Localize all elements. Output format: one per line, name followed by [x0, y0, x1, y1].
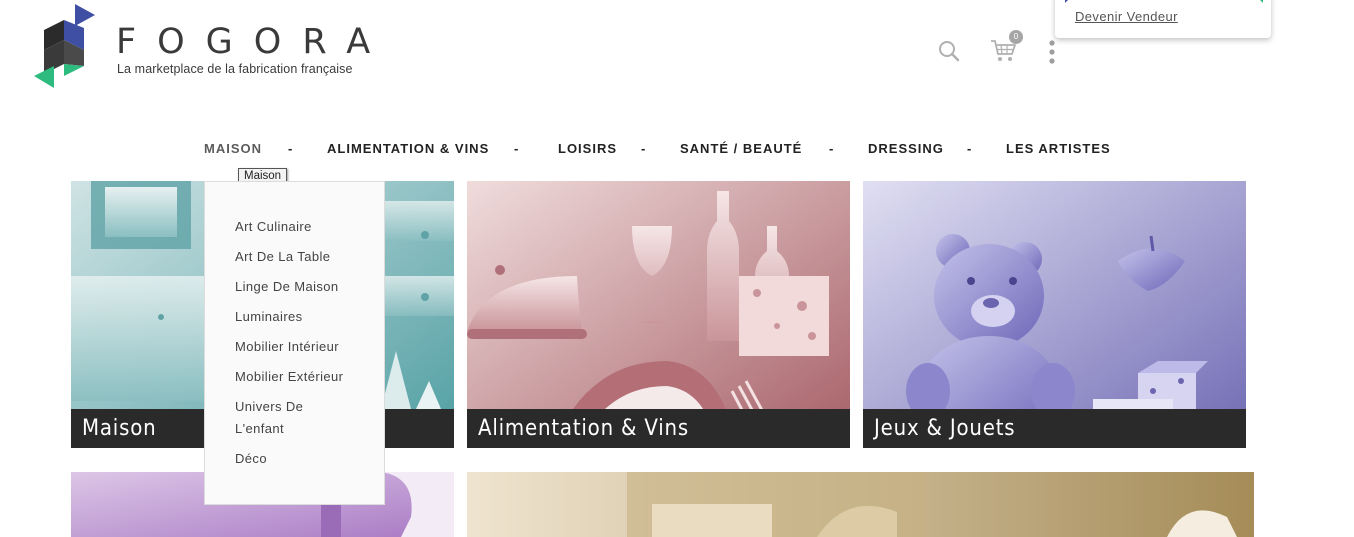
- tile-label: Jeux & Jouets: [863, 409, 1246, 448]
- submenu-item-art-culinaire[interactable]: Art Culinaire: [205, 216, 365, 238]
- category-tile-dressing[interactable]: [467, 472, 1254, 537]
- submenu-item-art-de-la-table[interactable]: Art De La Table: [205, 246, 365, 268]
- nav-item-maison[interactable]: MAISON: [204, 141, 262, 156]
- header-tools: 0: [934, 30, 1064, 70]
- more-vertical-icon[interactable]: [1048, 40, 1056, 64]
- submenu-item-luminaires[interactable]: Luminaires: [205, 306, 365, 328]
- nav-separator: -: [288, 141, 294, 156]
- logo-mark-icon: [34, 4, 95, 88]
- nav-separator: -: [967, 141, 973, 156]
- submenu-item-mobilier-exterieur[interactable]: Mobilier Extérieur: [205, 366, 365, 388]
- category-tile-jeux-jouets[interactable]: Jeux & Jouets: [863, 181, 1246, 448]
- submenu-item-deco[interactable]: Déco: [205, 448, 365, 470]
- cart-count-badge: 0: [1009, 30, 1023, 44]
- maison-submenu: Art Culinaire Art De La Table Linge De M…: [204, 181, 385, 505]
- become-seller-link[interactable]: Devenir Vendeur: [1075, 9, 1178, 24]
- nav-item-loisirs[interactable]: LOISIRS: [558, 141, 617, 156]
- nav-item-alimentation[interactable]: ALIMENTATION & VINS: [327, 141, 489, 156]
- logo[interactable]: FOGORA La marketplace de la fabrication …: [32, 4, 392, 90]
- account-dropdown: Devenir Vendeur: [1055, 0, 1271, 38]
- tile-label: Alimentation & Vins: [467, 409, 850, 448]
- nav-separator: -: [641, 141, 647, 156]
- search-icon[interactable]: [938, 40, 960, 62]
- submenu-item-mobilier-interieur[interactable]: Mobilier Intérieur: [205, 336, 365, 358]
- alimentation-illustration: [467, 181, 850, 448]
- category-tile-alimentation[interactable]: Alimentation & Vins: [467, 181, 850, 448]
- submenu-item-univers-enfant[interactable]: Univers De L'enfant: [205, 396, 315, 440]
- brand-tagline: La marketplace de la fabrication françai…: [117, 62, 353, 76]
- decor-triangle-icon: [1259, 0, 1263, 3]
- nav-item-les-artistes[interactable]: LES ARTISTES: [1006, 141, 1111, 156]
- nav-item-sante-beaute[interactable]: SANTÉ / BEAUTÉ: [680, 141, 802, 156]
- jeux-illustration: [863, 181, 1246, 448]
- nav-separator: -: [514, 141, 520, 156]
- submenu-item-linge-de-maison[interactable]: Linge De Maison: [205, 276, 365, 298]
- decor-triangle-icon: [1065, 0, 1069, 3]
- nav-separator: -: [829, 141, 835, 156]
- dressing-illustration: [467, 472, 1254, 537]
- brand-name: FOGORA: [116, 22, 392, 62]
- nav-item-dressing[interactable]: DRESSING: [868, 141, 944, 156]
